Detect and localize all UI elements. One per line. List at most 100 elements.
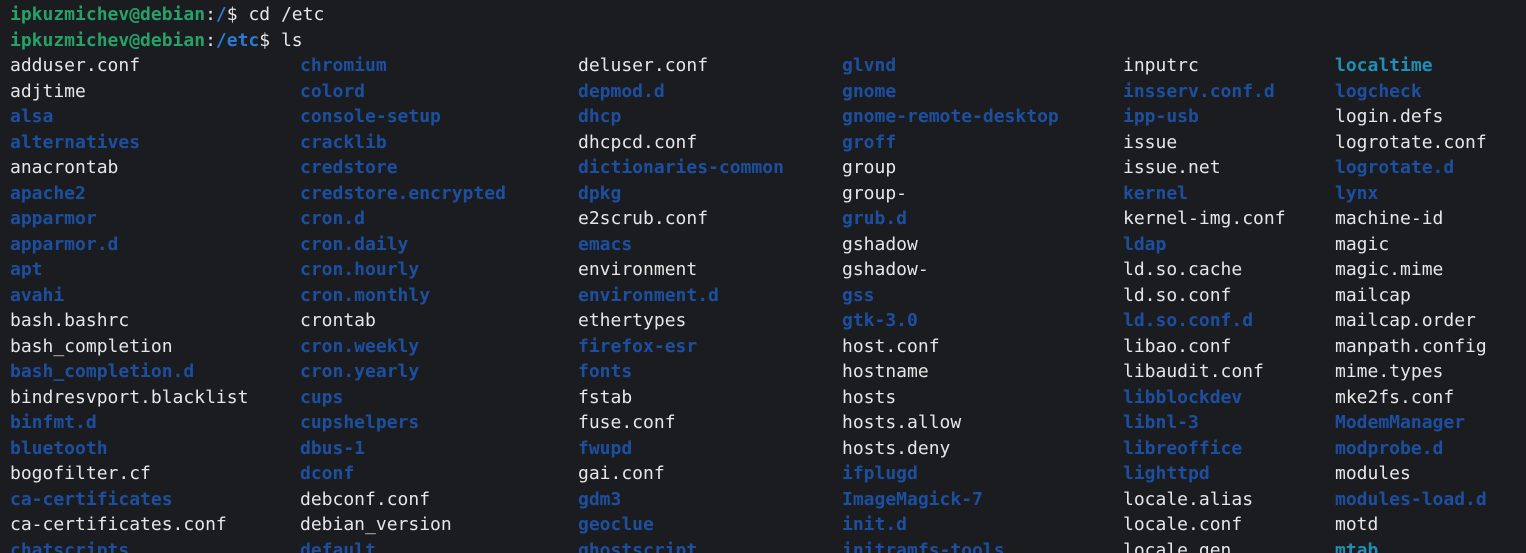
directory-entry: kernel [1123, 182, 1189, 204]
terminal-window[interactable]: ipkuzmichev@debian:/$ cd /etc ipkuzmiche… [0, 0, 1526, 553]
directory-entry: bluetooth [10, 437, 108, 459]
file-entry: bash_completion [10, 335, 173, 357]
directory-entry: cron.hourly [300, 259, 420, 280]
directory-entry: emacs [578, 233, 633, 255]
directory-entry: logcheck [1335, 80, 1422, 102]
file-entry: adduser.conf [10, 55, 141, 76]
file-entry: locale.conf [1123, 514, 1243, 535]
file-entry: hosts [842, 386, 897, 408]
directory-entry: libblockdev [1123, 386, 1243, 408]
directory-entry: default [300, 539, 376, 553]
directory-entry: chatscripts [10, 539, 130, 553]
directory-entry: modprobe.d [1335, 437, 1444, 459]
directory-entry: cron.d [300, 208, 366, 229]
directory-entry: chromium [300, 55, 387, 76]
directory-entry: lighttpd [1123, 463, 1210, 484]
ls-column-3: deluser.conf depmod.d dhcp dhcpcd.conf dicti… [578, 53, 784, 553]
file-entry: gai.conf [578, 463, 665, 484]
directory-entry: alsa [10, 106, 54, 127]
directory-entry: bash_completion.d [10, 361, 195, 382]
directory-entry: modules-load.d [1335, 488, 1487, 510]
ls-column-6: localtime logcheck login.defs logrotate.con… [1335, 53, 1487, 553]
file-entry: debconf.conf [300, 488, 431, 510]
directory-entry: lynx [1335, 182, 1379, 204]
directory-entry: firefox-esr [578, 335, 698, 357]
directory-entry: dpkg [578, 182, 622, 204]
prompt-command: cd /etc [248, 4, 325, 25]
directory-entry: alternatives [10, 131, 141, 153]
file-entry: host.conf [842, 335, 940, 357]
file-entry: ld.so.conf [1123, 284, 1232, 306]
file-entry: group- [842, 182, 908, 204]
file-entry: login.defs [1335, 106, 1444, 127]
directory-entry: depmod.d [578, 80, 665, 102]
directory-entry: dictionaries-common [578, 157, 784, 178]
directory-entry: cron.yearly [300, 361, 420, 382]
prompt-colon: : [205, 29, 216, 51]
file-entry: fuse.conf [578, 412, 676, 433]
directory-entry: ModemManager [1335, 412, 1466, 433]
prompt-dollar: $ [226, 4, 249, 25]
directory-entry: ca-certificates [10, 488, 173, 510]
directory-entry: libnl-3 [1123, 412, 1199, 433]
symlink-entry: localtime [1335, 55, 1433, 76]
directory-entry: fwupd [578, 437, 633, 459]
directory-entry: gss [842, 284, 875, 306]
directory-entry: apparmor [10, 208, 97, 229]
file-entry: motd [1335, 514, 1379, 535]
prompt-line-1: ipkuzmichev@debian:/$ cd /etc [10, 2, 1526, 28]
file-entry: kernel-img.conf [1123, 208, 1286, 229]
directory-entry: cron.monthly [300, 284, 431, 306]
ls-column-5: inputrc insserv.conf.d ipp-usb issue issue.n… [1123, 53, 1286, 553]
prompt-dollar: $ [259, 29, 281, 51]
directory-entry: gnome-remote-desktop [842, 106, 1059, 127]
prompt-user-host: ipkuzmichev@debian [10, 29, 206, 51]
file-entry: inputrc [1123, 55, 1199, 76]
ls-column-2: chromium colord console-setup cracklib creds… [300, 53, 506, 553]
file-entry: environment [578, 259, 698, 280]
file-entry: magic.mime [1335, 259, 1444, 280]
file-entry: libao.conf [1123, 335, 1232, 357]
file-entry: dhcpcd.conf [578, 131, 698, 153]
directory-entry: glvnd [842, 55, 897, 76]
file-entry: deluser.conf [578, 55, 709, 76]
file-entry: mailcap.order [1335, 310, 1476, 331]
file-entry: fstab [578, 386, 633, 408]
directory-entry: apparmor.d [10, 233, 119, 255]
file-entry: mime.types [1335, 361, 1444, 382]
file-entry: anacrontab [10, 157, 119, 178]
directory-entry: avahi [10, 284, 65, 306]
directory-entry: dhcp [578, 106, 622, 127]
file-entry: adjtime [10, 80, 86, 102]
directory-entry: cracklib [300, 131, 387, 153]
directory-entry: dbus-1 [300, 437, 366, 459]
directory-entry: binfmt.d [10, 412, 97, 433]
directory-entry: gdm3 [578, 488, 622, 510]
prompt-command: ls [280, 29, 303, 51]
ls-column-1: adduser.conf adjtime alsa alternatives anacr… [10, 53, 248, 553]
directory-entry: apt [10, 259, 43, 280]
directory-entry: geoclue [578, 514, 654, 535]
file-entry: issue.net [1123, 157, 1221, 178]
file-entry: locale.alias [1123, 488, 1254, 510]
directory-entry: logrotate.d [1335, 157, 1455, 178]
file-entry: mailcap [1335, 284, 1411, 306]
directory-entry: dconf [300, 463, 355, 484]
file-entry: gshadow [842, 233, 918, 255]
ls-column-4: glvnd gnome gnome-remote-desktop groff group… [842, 53, 1059, 553]
directory-entry: fonts [578, 361, 633, 382]
file-entry: bash.bashrc [10, 310, 130, 331]
file-entry: hosts.allow [842, 412, 962, 433]
directory-entry: cups [300, 386, 344, 408]
file-entry: modules [1335, 463, 1411, 484]
file-entry: libaudit.conf [1123, 361, 1264, 382]
directory-entry: ipp-usb [1123, 106, 1199, 127]
directory-entry: cron.weekly [300, 335, 420, 357]
directory-entry: apache2 [10, 182, 86, 204]
directory-entry: ifplugd [842, 463, 918, 484]
directory-entry: grub.d [842, 208, 908, 229]
directory-entry: gnome [842, 80, 897, 102]
directory-entry: console-setup [300, 106, 441, 127]
file-entry: ca-certificates.conf [10, 514, 227, 535]
file-entry: bogofilter.cf [10, 463, 151, 484]
